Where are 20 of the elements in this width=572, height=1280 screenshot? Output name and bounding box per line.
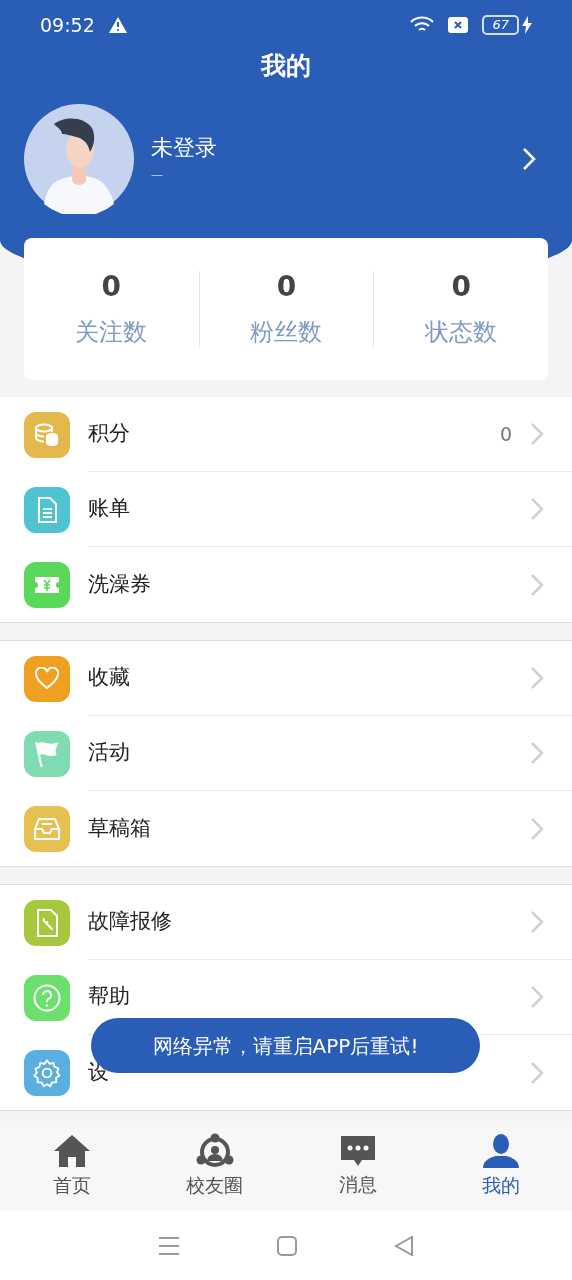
menu-value: 0: [499, 421, 512, 447]
menu-label: 收藏: [88, 664, 131, 692]
menu-label: 草稿箱: [88, 814, 152, 842]
stat-label: 状态数: [425, 317, 498, 347]
menu-label: 账单: [88, 495, 131, 523]
stat-value: 0: [276, 271, 297, 303]
page-title: 我的: [259, 51, 312, 81]
menu-label: 故障报修: [88, 908, 173, 936]
stat-value: 0: [451, 271, 471, 303]
menu-label: 活动: [88, 739, 131, 767]
user-subtitle: —: [151, 167, 164, 184]
menu-label: 帮助: [88, 983, 131, 1011]
battery-level: 67: [482, 15, 519, 35]
menu-label: 洗澡券: [88, 570, 152, 598]
stat-value: 0: [101, 271, 122, 303]
menu-label: 积分: [88, 420, 131, 448]
stat-label: 关注数: [75, 317, 148, 347]
status-time: 09:52: [40, 12, 95, 38]
user-name: 未登录: [151, 134, 218, 162]
stat-label: 粉丝数: [250, 317, 323, 347]
